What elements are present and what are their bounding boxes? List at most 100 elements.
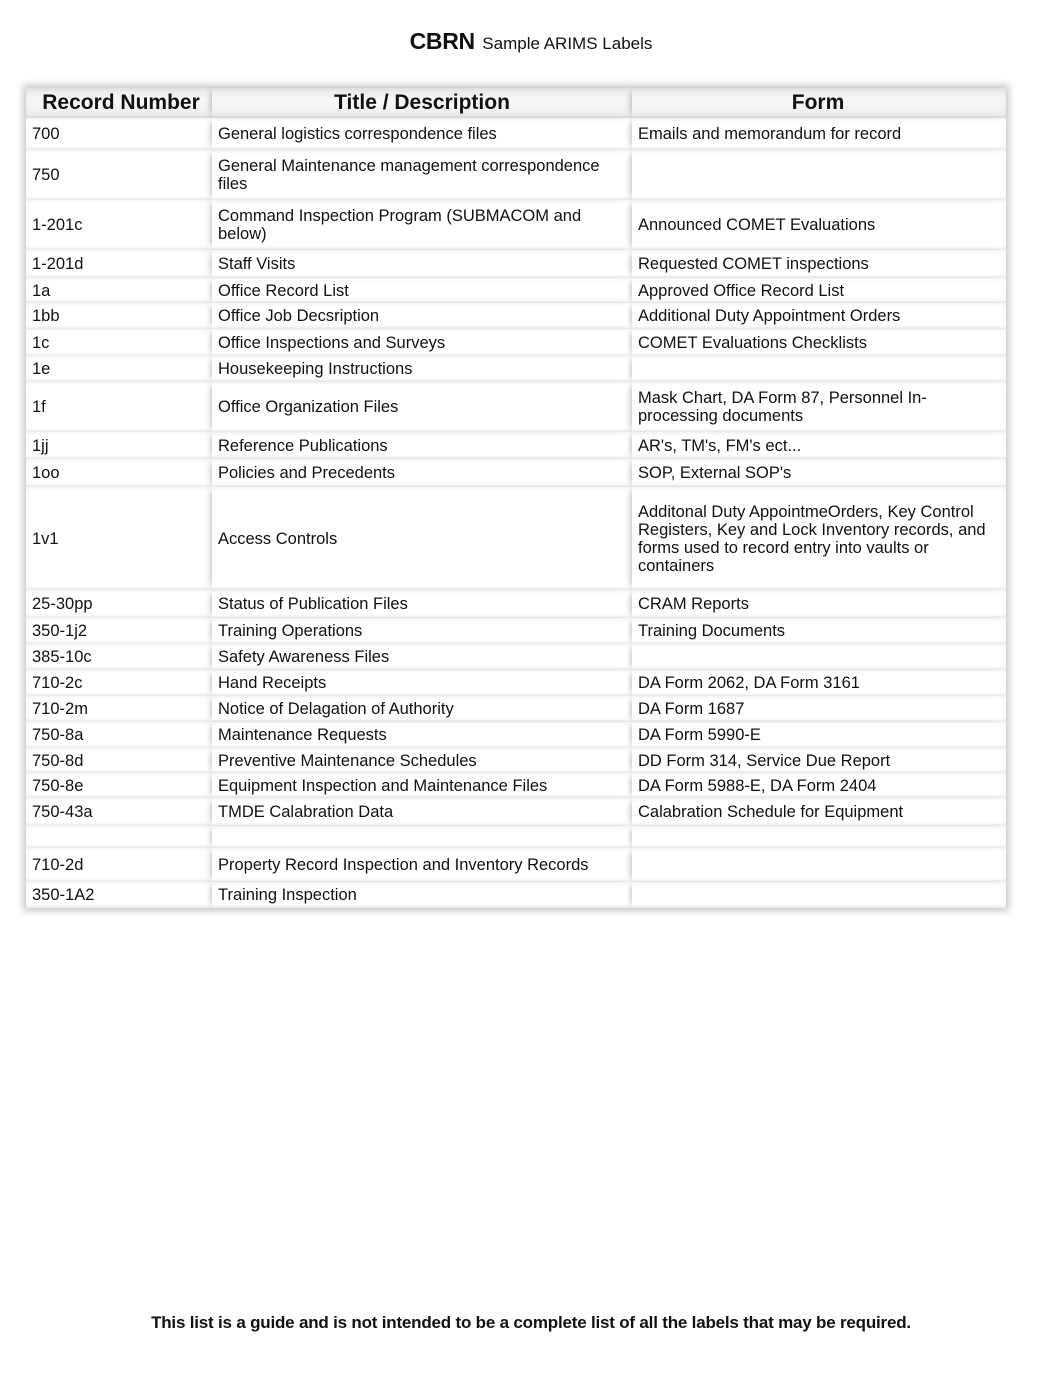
table-row bbox=[26, 826, 1006, 848]
title-cell: Housekeeping Instructions bbox=[212, 356, 632, 382]
form-cell: DD Form 314, Service Due Report bbox=[632, 748, 1006, 773]
record-number-cell: 1oo bbox=[32, 464, 60, 482]
form-cell: CRAM Reports bbox=[632, 590, 1006, 618]
title-cell: Safety Awareness Files bbox=[212, 644, 632, 670]
document-title: CBRN Sample ARIMS Labels bbox=[0, 28, 1062, 55]
table-row: 710-2c Hand Receipts DA Form 2062, DA Form… bbox=[26, 670, 1006, 696]
table-row: 1v1 Access Controls Additonal Duty Appoint… bbox=[26, 487, 1006, 590]
record-number-cell: 385-10c bbox=[32, 648, 92, 666]
record-number-cell: 1v1 bbox=[32, 529, 59, 548]
title-cell: Policies and Precedents bbox=[212, 459, 632, 487]
record-number-cell: 1jj bbox=[32, 436, 49, 455]
form-cell: Announced COMET Evaluations bbox=[632, 200, 1006, 250]
title-cell: Office Inspections and Surveys bbox=[212, 329, 632, 356]
title-cell: TMDE Calabration Data bbox=[212, 798, 632, 826]
record-number-cell: 350-1j2 bbox=[32, 622, 88, 640]
form-cell bbox=[632, 644, 1006, 670]
header-title-description: Title / Description bbox=[212, 88, 632, 118]
form-cell: Additonal Duty AppointmeOrders, Key Cont… bbox=[632, 487, 1006, 590]
record-number-cell: 350-1A2 bbox=[32, 886, 95, 904]
record-number-cell: 710-2m bbox=[32, 700, 88, 718]
record-number-cell: 1a bbox=[32, 281, 51, 300]
table-row: 750 General Maintenance management corres… bbox=[26, 150, 1006, 200]
form-cell: Calabration Schedule for Equipment bbox=[632, 798, 1006, 826]
table-header-row: Record Number Title / Description Form bbox=[26, 88, 1006, 118]
header-form: Form bbox=[632, 88, 1006, 118]
table-row: 1-201d Staff Visits Requested COMET inspec… bbox=[26, 250, 1006, 278]
table-row: 350-1j2 Training Operations Training Docum… bbox=[26, 618, 1006, 644]
table-row: 750-8d Preventive Maintenance Schedules DD… bbox=[26, 748, 1006, 773]
table-row: 1c Office Inspections and Surveys COMET Ev… bbox=[26, 329, 1006, 356]
form-cell: Emails and memorandum for record bbox=[632, 118, 1006, 150]
records-table: Record Number Title / Description Form 7… bbox=[26, 88, 1006, 908]
record-number-cell: 750-43a bbox=[32, 803, 93, 821]
title-cell: General logistics correspondence files bbox=[212, 118, 632, 150]
footer-note: This list is a guide and is not intended… bbox=[151, 1313, 911, 1332]
form-cell: DA Form 5990-E bbox=[632, 722, 1006, 748]
record-number-cell: 1c bbox=[32, 333, 50, 352]
title-cell: Office Job Decsription bbox=[212, 303, 632, 329]
record-number-cell: 750-8a bbox=[32, 726, 84, 744]
table-row: 385-10c Safety Awareness Files bbox=[26, 644, 1006, 670]
form-cell bbox=[632, 882, 1006, 908]
form-cell: DA Form 5988-E, DA Form 2404 bbox=[632, 773, 1006, 798]
title-cell: Property Record Inspection and Inventory… bbox=[212, 848, 632, 882]
form-cell: Requested COMET inspections bbox=[632, 250, 1006, 278]
form-cell bbox=[632, 826, 1006, 848]
form-cell: COMET Evaluations Checklists bbox=[632, 329, 1006, 356]
table-row: 1e Housekeeping Instructions bbox=[26, 356, 1006, 382]
title-cell: Reference Publications bbox=[212, 432, 632, 459]
table-row: 1-201c Command Inspection Program (SUBMAC… bbox=[26, 200, 1006, 250]
table-row: 1a Office Record List Approved Office Reco… bbox=[26, 278, 1006, 303]
title-cell: Staff Visits bbox=[212, 250, 632, 278]
title-cell: Access Controls bbox=[212, 487, 632, 590]
form-cell: AR's, TM's, FM's ect... bbox=[632, 432, 1006, 459]
title-cell: Command Inspection Program (SUBMACOM and… bbox=[212, 200, 632, 250]
table-body: 700 General logistics correspondence file… bbox=[26, 118, 1006, 908]
form-cell: DA Form 1687 bbox=[632, 696, 1006, 722]
table-row: 710-2d Property Record Inspection and Inv… bbox=[26, 848, 1006, 882]
header-record-number: Record Number bbox=[42, 91, 200, 114]
form-cell: SOP, External SOP's bbox=[632, 459, 1006, 487]
title-subtitle: Sample ARIMS Labels bbox=[482, 34, 653, 53]
form-cell bbox=[632, 150, 1006, 200]
form-cell: Training Documents bbox=[632, 618, 1006, 644]
record-number-cell: 710-2c bbox=[32, 674, 83, 692]
record-number-cell: 750-8e bbox=[32, 776, 84, 795]
table-row: 1f Office Organization Files Mask Chart, D… bbox=[26, 382, 1006, 432]
title-cell bbox=[212, 826, 632, 848]
table-row: 710-2m Notice of Delagation of Authority D… bbox=[26, 696, 1006, 722]
form-cell: Approved Office Record List bbox=[632, 278, 1006, 303]
table-row: 25-30pp Status of Publication Files CRAM R… bbox=[26, 590, 1006, 618]
title-cell: Equipment Inspection and Maintenance Fil… bbox=[212, 773, 632, 798]
record-number-cell: 710-2d bbox=[32, 856, 84, 874]
title-cell: Training Operations bbox=[212, 618, 632, 644]
record-number-cell bbox=[26, 826, 212, 848]
title-cell: Training Inspection bbox=[212, 882, 632, 908]
form-cell bbox=[632, 356, 1006, 382]
title-bold: CBRN bbox=[409, 28, 476, 54]
table-row: 700 General logistics correspondence file… bbox=[26, 118, 1006, 150]
title-cell: Hand Receipts bbox=[212, 670, 632, 696]
table-row: 1bb Office Job Decsription Additional Duty… bbox=[26, 303, 1006, 329]
form-cell bbox=[632, 848, 1006, 882]
record-number-cell: 1-201c bbox=[32, 216, 83, 234]
record-number-cell: 750 bbox=[32, 166, 60, 184]
form-cell: DA Form 2062, DA Form 3161 bbox=[632, 670, 1006, 696]
title-cell: Notice of Delagation of Authority bbox=[212, 696, 632, 722]
title-cell: Status of Publication Files bbox=[212, 590, 632, 618]
title-cell: General Maintenance management correspon… bbox=[212, 150, 632, 200]
table-row: 1oo Policies and Precedents SOP, External … bbox=[26, 459, 1006, 487]
table-row: 1jj Reference Publications AR's, TM's, FM'… bbox=[26, 432, 1006, 459]
form-cell: Mask Chart, DA Form 87, Personnel In-pro… bbox=[632, 382, 1006, 432]
record-number-cell: 25-30pp bbox=[32, 595, 93, 613]
record-number-cell: 750-8d bbox=[32, 751, 84, 770]
table-row: 750-8a Maintenance Requests DA Form 5990-E bbox=[26, 722, 1006, 748]
title-cell: Office Record List bbox=[212, 278, 632, 303]
table-row: 750-43a TMDE Calabration Data Calabration … bbox=[26, 798, 1006, 826]
record-number-cell: 700 bbox=[32, 125, 60, 143]
title-cell: Preventive Maintenance Schedules bbox=[212, 748, 632, 773]
title-cell: Office Organization Files bbox=[212, 382, 632, 432]
title-cell: Maintenance Requests bbox=[212, 722, 632, 748]
record-number-cell: 1-201d bbox=[32, 255, 84, 273]
